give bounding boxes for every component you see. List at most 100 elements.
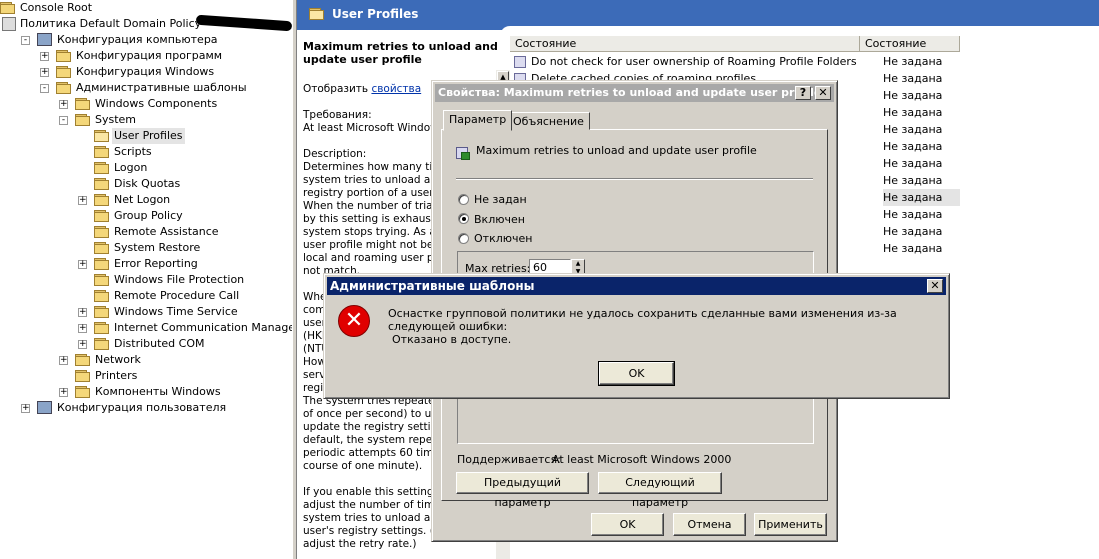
tree-item[interactable]: Remote Procedure Call <box>0 288 292 304</box>
tree-item-label: Distributed COM <box>114 337 205 350</box>
expander-icon[interactable]: + <box>78 260 87 269</box>
ok-button[interactable]: OK <box>598 361 675 386</box>
folder-icon <box>94 290 110 302</box>
folder-icon <box>94 322 110 334</box>
tree-item-label: Конфигурация компьютера <box>57 33 218 46</box>
folder-icon <box>75 386 91 398</box>
tree-item[interactable]: + Distributed COM <box>0 336 292 352</box>
folder-icon <box>75 98 91 110</box>
folder-icon <box>56 82 72 94</box>
setting-state: Не задана <box>883 106 943 119</box>
tree-item-label: Конфигурация пользователя <box>57 401 227 414</box>
tree-item[interactable]: - System <box>0 112 292 128</box>
tree-item-label: Printers <box>95 369 138 382</box>
column-header-state[interactable]: Состояние <box>860 36 960 52</box>
tree-item[interactable]: + Конфигурация Windows <box>0 64 292 80</box>
tree-item-label: Административные шаблоны <box>76 81 247 94</box>
supported-value: At least Microsoft Windows 2000 <box>552 453 732 466</box>
close-button[interactable]: ✕ <box>815 86 831 100</box>
folder-icon <box>94 242 110 254</box>
folder-icon <box>94 226 110 238</box>
setting-state: Не задана <box>883 189 960 206</box>
tree-item-label: Политика Default Domain Policy <box>20 17 202 30</box>
desc-title: Maximum retries to unload and update use… <box>303 40 498 66</box>
folder-icon <box>94 130 110 142</box>
error-title: Административные шаблоны <box>330 279 535 293</box>
expander-icon[interactable]: + <box>78 308 87 317</box>
tree-item[interactable]: + Windows Components <box>0 96 292 112</box>
policy-icon <box>2 17 16 31</box>
policy-icon <box>456 145 472 161</box>
folder-icon <box>94 338 110 350</box>
tree-item[interactable]: Windows File Protection <box>0 272 292 288</box>
tree-item[interactable]: + Network <box>0 352 292 368</box>
radio-enabled[interactable] <box>458 213 469 224</box>
label-disabled: Отключен <box>474 232 533 245</box>
folder-icon <box>75 354 91 366</box>
tree-item-label: System Restore <box>114 241 201 254</box>
previous-setting-button[interactable]: Предыдущий параметр <box>456 472 589 509</box>
tree-item-label: Logon <box>114 161 148 174</box>
expander-icon[interactable]: + <box>21 404 30 413</box>
expander-icon[interactable]: + <box>40 52 49 61</box>
list-row[interactable]: Do not check for user ownership of Roami… <box>510 53 960 70</box>
column-header-name[interactable]: Состояние <box>510 36 860 52</box>
help-button[interactable]: ? <box>795 86 811 100</box>
ok-button[interactable]: OK <box>591 513 664 536</box>
tree-item[interactable]: Scripts <box>0 144 292 160</box>
tab-setting[interactable]: Параметр <box>443 110 513 131</box>
expander-icon[interactable]: - <box>21 36 30 45</box>
setting-state: Не задана <box>883 242 943 255</box>
tree-item[interactable]: + Error Reporting <box>0 256 292 272</box>
next-setting-button[interactable]: Следующий параметр <box>598 472 722 509</box>
tree-item[interactable]: - Административные шаблоны <box>0 80 292 96</box>
expander-icon[interactable]: - <box>40 84 49 93</box>
folder-icon <box>94 194 110 206</box>
expander-icon[interactable]: + <box>78 340 87 349</box>
tree-item[interactable]: + Компоненты Windows <box>0 384 292 400</box>
supported-label: Поддерживается: <box>457 453 561 466</box>
tree-item[interactable]: + Net Logon <box>0 192 292 208</box>
properties-titlebar[interactable]: Свойства: Maximum retries to unload and … <box>435 84 834 102</box>
tree-item[interactable]: Remote Assistance <box>0 224 292 240</box>
expander-icon[interactable]: + <box>59 100 68 109</box>
expander-icon[interactable]: - <box>59 116 68 125</box>
close-button[interactable]: ✕ <box>927 279 943 293</box>
tree-item[interactable]: - Конфигурация компьютера <box>0 32 292 48</box>
expander-icon[interactable]: + <box>78 324 87 333</box>
folder-icon <box>75 370 91 382</box>
error-titlebar[interactable]: Административные шаблоны ✕ <box>327 277 946 295</box>
tree-item[interactable]: Logon <box>0 160 292 176</box>
tree-item-label: Remote Procedure Call <box>114 289 240 302</box>
expander-icon[interactable]: + <box>78 196 87 205</box>
radio-disabled[interactable] <box>458 233 469 244</box>
tree-item-label: Net Logon <box>114 193 171 206</box>
setting-state: Не задана <box>883 89 943 102</box>
tree-item[interactable]: + Internet Communication Management <box>0 320 292 336</box>
setting-state: Не задана <box>883 225 943 238</box>
label-enabled: Включен <box>474 213 525 226</box>
radio-not-configured[interactable] <box>458 194 469 205</box>
expander-icon[interactable]: + <box>59 356 68 365</box>
properties-title: Свойства: Maximum retries to unload and … <box>438 86 822 99</box>
folder-icon <box>309 8 325 20</box>
folder-icon <box>56 50 72 62</box>
tree-item[interactable]: Printers <box>0 368 292 384</box>
expander-icon[interactable]: + <box>59 388 68 397</box>
console-tree[interactable]: Console Root - Политика Default Domain Pol… <box>0 0 292 559</box>
cancel-button[interactable]: Отмена <box>673 513 746 536</box>
tree-item[interactable]: Console Root <box>0 0 292 16</box>
tree-item[interactable]: Group Policy <box>0 208 292 224</box>
tree-item[interactable]: + Windows Time Service <box>0 304 292 320</box>
tree-item[interactable]: + Конфигурация программ <box>0 48 292 64</box>
tree-item[interactable]: + Конфигурация пользователя <box>0 400 292 416</box>
show-properties-link[interactable]: свойства <box>371 83 421 95</box>
folder-icon <box>94 210 110 222</box>
expander-icon[interactable]: + <box>40 68 49 77</box>
tree-item[interactable]: Disk Quotas <box>0 176 292 192</box>
apply-button[interactable]: Применить <box>754 513 827 536</box>
tab-explain[interactable]: Объяснение <box>507 112 590 130</box>
tree-item[interactable]: User Profiles <box>0 128 292 144</box>
tree-item-label: Disk Quotas <box>114 177 181 190</box>
tree-item[interactable]: System Restore <box>0 240 292 256</box>
